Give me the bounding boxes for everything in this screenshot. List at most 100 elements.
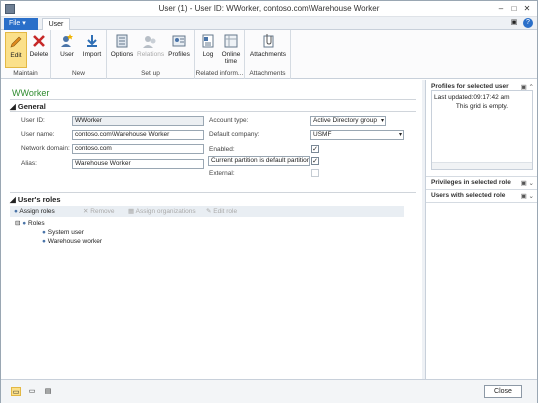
assign-roles-button[interactable]: ● Assign roles bbox=[14, 207, 55, 216]
role-icon: ● bbox=[42, 238, 46, 245]
user-form-window: User (1) - User ID: WWorker, contoso.com… bbox=[0, 0, 538, 403]
default-company-select[interactable]: USMF ▾ bbox=[310, 130, 404, 140]
divider bbox=[426, 202, 537, 203]
options-button[interactable]: Options bbox=[110, 32, 134, 68]
remove-button[interactable]: ✕ Remove bbox=[83, 207, 114, 216]
privileges-pane-title[interactable]: Privileges in selected role bbox=[431, 179, 511, 186]
top-right-icons: ▣ ? bbox=[507, 18, 533, 29]
user-tab[interactable]: User bbox=[42, 18, 70, 30]
close-icon[interactable]: ✕ bbox=[521, 4, 533, 13]
options-icon bbox=[116, 34, 128, 48]
status-bar: ▭ ▭ ▤ Close bbox=[1, 379, 537, 403]
delete-x-icon bbox=[33, 35, 45, 47]
ribbon: Edit Delete Maintain User Import New Opt… bbox=[1, 30, 537, 79]
attachments-button[interactable]: Attachments bbox=[249, 32, 287, 68]
new-user-button[interactable]: User bbox=[55, 32, 79, 68]
main-form: WWorker ◢ General User ID: WWorker User … bbox=[1, 80, 422, 379]
assign-roles-icon: ● bbox=[14, 208, 18, 215]
profiles-icon bbox=[172, 35, 186, 47]
minimize-icon[interactable]: – bbox=[495, 4, 507, 13]
pencil-icon bbox=[10, 36, 22, 48]
group-attachments: Attachments Attachments bbox=[245, 30, 291, 79]
help-icon[interactable]: ? bbox=[523, 18, 533, 28]
edit-role-button[interactable]: ✎ Edit role bbox=[206, 207, 237, 216]
privileges-pane-controls[interactable]: ▣ ⌄ bbox=[521, 179, 534, 187]
account-type-label: Account type: bbox=[209, 117, 249, 124]
group-label-maintain: Maintain bbox=[13, 70, 38, 77]
external-checkbox[interactable] bbox=[311, 169, 319, 177]
window-title: User (1) - User ID: WWorker, contoso.com… bbox=[158, 4, 380, 13]
paperclip-icon bbox=[263, 34, 274, 48]
divider bbox=[10, 192, 416, 193]
partition-label: Current partition is default partition: bbox=[208, 156, 310, 166]
account-type-select[interactable]: Active Directory group ▾ bbox=[310, 116, 386, 126]
group-related-information: Log Online time Related inform... bbox=[195, 30, 245, 79]
partition-checkbox[interactable]: ✓ bbox=[311, 157, 319, 165]
alias-label: Alias: bbox=[21, 160, 37, 167]
external-label: External: bbox=[209, 170, 235, 177]
collapse-icon: ⊟ bbox=[15, 220, 21, 227]
delete-button[interactable]: Delete bbox=[28, 32, 50, 68]
divider bbox=[426, 176, 537, 177]
divider bbox=[10, 99, 416, 100]
view-mode-icon[interactable]: ▭ bbox=[11, 387, 21, 396]
edit-role-icon: ✎ bbox=[206, 208, 212, 215]
grid-empty-message: This grid is empty. bbox=[455, 103, 509, 110]
maximize-icon[interactable]: □ bbox=[508, 4, 520, 13]
assign-organizations-button[interactable]: ▦ Assign organizations bbox=[128, 207, 196, 216]
network-domain-label: Network domain: bbox=[21, 145, 70, 152]
relations-icon bbox=[143, 36, 156, 48]
group-label-attachments: Attachments bbox=[249, 70, 286, 77]
users-pane-title[interactable]: Users with selected role bbox=[431, 192, 505, 199]
group-label-setup: Set up bbox=[141, 70, 160, 77]
grid-view-icon[interactable]: ▭ bbox=[27, 387, 37, 396]
edit-button[interactable]: Edit bbox=[5, 32, 27, 68]
user-id-field[interactable]: WWorker bbox=[72, 116, 204, 126]
group-new: User Import New bbox=[51, 30, 107, 79]
import-button[interactable]: Import bbox=[80, 32, 104, 68]
profiles-pane-title: Profiles for selected user bbox=[431, 83, 509, 90]
factbox-pane: Profiles for selected user ▣ ⌃ Last upda… bbox=[425, 80, 537, 379]
relations-button[interactable]: Relations bbox=[137, 32, 164, 68]
enabled-label: Enabled: bbox=[209, 146, 235, 153]
tree-node-system-user[interactable]: ● System user bbox=[42, 229, 84, 237]
close-button[interactable]: Close bbox=[484, 385, 522, 398]
tree-node-warehouse-worker[interactable]: ● Warehouse worker bbox=[42, 238, 102, 246]
page-title: WWorker bbox=[12, 88, 50, 98]
last-updated: Last updated:09:17:42 am bbox=[434, 94, 510, 101]
group-label-new: New bbox=[71, 70, 85, 77]
remove-x-icon: ✕ bbox=[83, 208, 89, 215]
tree-node-roles[interactable]: ⊟ ● Roles bbox=[15, 220, 45, 228]
profiles-grid[interactable]: Last updated:09:17:42 am This grid is em… bbox=[431, 90, 533, 170]
ribbon-tab-bar: File ▾ User ▣ ? bbox=[1, 17, 537, 30]
window-icon[interactable]: ▣ bbox=[509, 18, 519, 28]
new-user-icon bbox=[61, 34, 73, 47]
user-name-label: User name: bbox=[21, 131, 55, 138]
organizations-icon: ▦ bbox=[128, 208, 135, 215]
collapse-triangle-icon: ◢ bbox=[10, 102, 16, 111]
enabled-checkbox[interactable]: ✓ bbox=[311, 145, 319, 153]
online-time-button[interactable]: Online time bbox=[219, 32, 243, 68]
alias-field[interactable]: Warehouse Worker bbox=[72, 159, 204, 169]
roles-toolbar: ● Assign roles ✕ Remove ▦ Assign organiz… bbox=[10, 206, 404, 217]
document-icon[interactable]: ▤ bbox=[43, 387, 53, 396]
default-company-label: Default company: bbox=[209, 131, 260, 138]
group-label-related: Related inform... bbox=[195, 70, 244, 77]
online-time-icon bbox=[224, 34, 238, 48]
section-roles-header[interactable]: ◢ User's roles bbox=[10, 195, 61, 204]
horizontal-scrollbar[interactable] bbox=[432, 162, 532, 169]
log-button[interactable]: Log bbox=[197, 32, 219, 68]
file-tab[interactable]: File ▾ bbox=[4, 18, 38, 30]
users-pane-controls[interactable]: ▣ ⌄ bbox=[521, 192, 534, 200]
group-maintain: Edit Delete Maintain bbox=[1, 30, 51, 79]
roles-group-icon: ● bbox=[22, 220, 27, 227]
divider bbox=[10, 111, 416, 112]
user-id-label: User ID: bbox=[21, 117, 45, 124]
user-name-field[interactable]: contoso.com\Warehouse Worker bbox=[72, 130, 204, 140]
section-general-header[interactable]: ◢ General bbox=[10, 102, 46, 111]
profiles-button[interactable]: Profiles bbox=[166, 32, 192, 68]
network-domain-field[interactable]: contoso.com bbox=[72, 144, 204, 154]
log-icon bbox=[202, 34, 214, 48]
group-setup: Options Relations Profiles Set up bbox=[107, 30, 195, 79]
chevron-down-icon: ▾ bbox=[380, 118, 384, 124]
